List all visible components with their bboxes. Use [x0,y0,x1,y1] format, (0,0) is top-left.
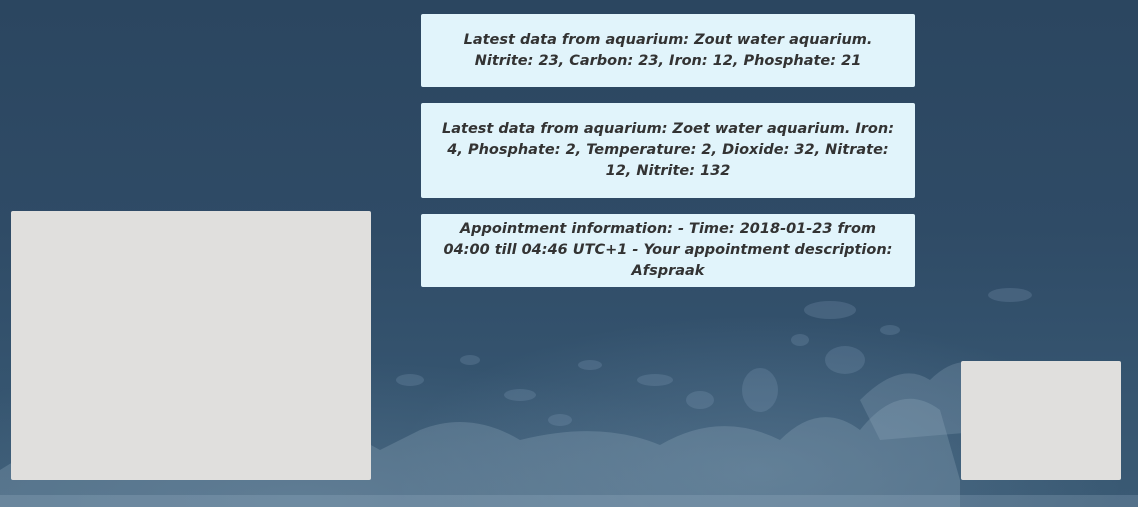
aquarium-data-card-zoet: Latest data from aquarium: Zoet water aq… [421,103,915,198]
aquarium-data-card-zout: Latest data from aquarium: Zout water aq… [421,14,915,87]
right-content-panel [961,361,1121,480]
aquarium-data-text: Latest data from aquarium: Zoet water aq… [441,121,895,179]
appointment-info-text: Appointment information: - Time: 2018-01… [443,221,893,279]
aquarium-data-text: Latest data from aquarium: Zout water aq… [463,31,873,69]
left-content-panel [11,211,371,480]
appointment-info-card: Appointment information: - Time: 2018-01… [421,214,915,287]
